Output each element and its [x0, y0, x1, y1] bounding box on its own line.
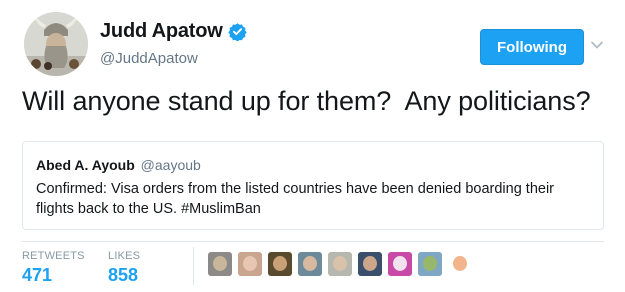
- liker-avatar[interactable]: [268, 252, 292, 276]
- liker-avatar[interactable]: [358, 252, 382, 276]
- quoted-author-handle: @aayoub: [140, 157, 201, 173]
- stats-divider: [22, 241, 604, 242]
- likes-label: LIKES: [108, 250, 141, 262]
- liker-face: [273, 256, 287, 271]
- tweet-card: Judd Apatow @JuddApatow Following Will a…: [0, 0, 625, 292]
- retweets-label: RETWEETS: [22, 250, 85, 262]
- quoted-tweet[interactable]: Abed A. Ayoub @aayoub Confirmed: Visa or…: [22, 141, 604, 230]
- author-handle[interactable]: @JuddApatow: [100, 50, 198, 67]
- liker-face: [303, 256, 317, 271]
- liker-face: [453, 256, 467, 271]
- verified-badge-icon: [227, 22, 247, 42]
- liker-avatar[interactable]: [298, 252, 322, 276]
- liker-face: [333, 256, 347, 271]
- quoted-author-name: Abed A. Ayoub: [36, 157, 135, 173]
- liker-avatar[interactable]: [388, 252, 412, 276]
- liker-avatar[interactable]: [238, 252, 262, 276]
- quoted-tweet-text: Confirmed: Visa orders from the listed c…: [36, 181, 554, 217]
- liker-avatar[interactable]: [208, 252, 232, 276]
- likes-stat[interactable]: LIKES 858: [108, 250, 140, 286]
- stats-vertical-divider: [193, 247, 194, 285]
- liker-face: [393, 256, 407, 271]
- liker-avatar[interactable]: [448, 252, 472, 276]
- retweets-count[interactable]: 471: [22, 265, 85, 286]
- liker-face: [363, 256, 377, 271]
- following-button[interactable]: Following: [480, 29, 584, 65]
- chevron-down-icon[interactable]: [590, 38, 604, 52]
- likers-avatars: [208, 252, 478, 276]
- likes-count[interactable]: 858: [108, 265, 140, 286]
- liker-face: [423, 256, 437, 271]
- author-name[interactable]: Judd Apatow: [100, 20, 223, 43]
- author-avatar[interactable]: [24, 12, 88, 76]
- liker-avatar[interactable]: [418, 252, 442, 276]
- tweet-text: Will anyone stand up for them? Any polit…: [22, 86, 591, 116]
- liker-face: [243, 256, 257, 271]
- liker-avatar[interactable]: [328, 252, 352, 276]
- liker-face: [213, 256, 227, 271]
- retweets-stat[interactable]: RETWEETS 471: [22, 250, 85, 286]
